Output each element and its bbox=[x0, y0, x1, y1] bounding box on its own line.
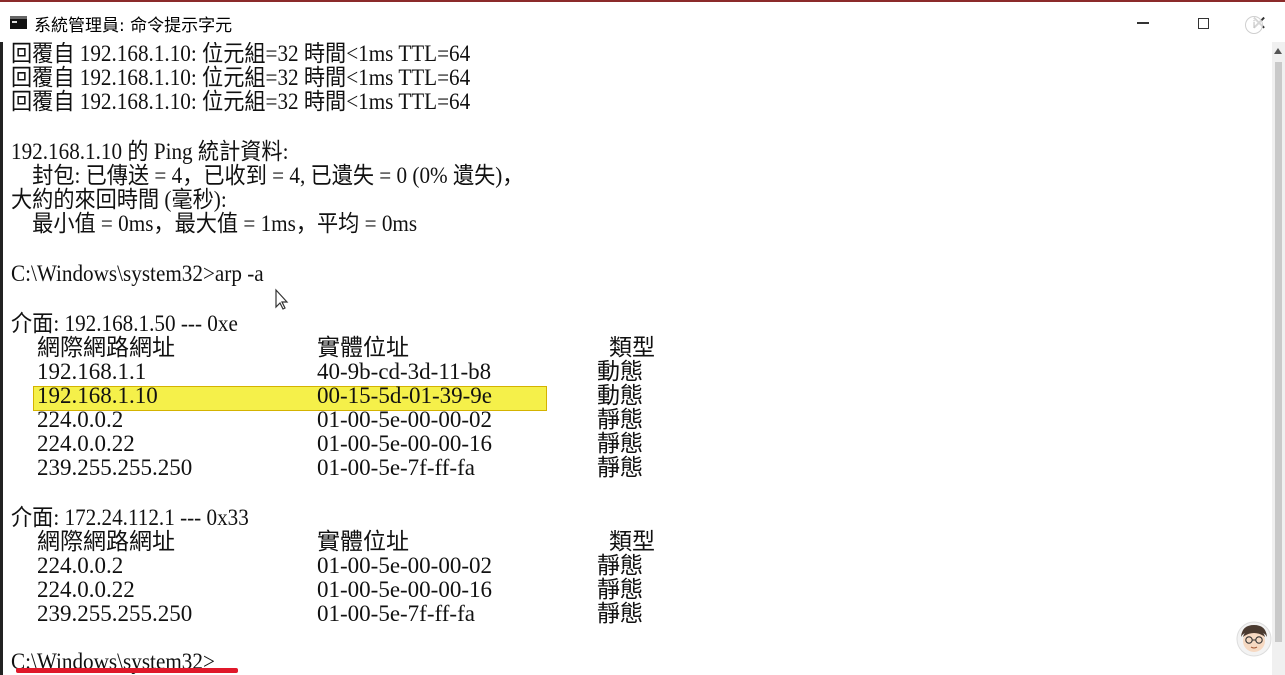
red-underline-annotation bbox=[16, 668, 238, 673]
window-title: 系統管理員: 命令提示字元 bbox=[34, 16, 233, 36]
console-line: 192.168.1.10 的 Ping 統計資料: bbox=[11, 139, 289, 164]
arp-type: 靜態 bbox=[597, 431, 643, 456]
arp-address: 192.168.1.1 bbox=[37, 359, 147, 384]
arp-physical: 01-00-5e-00-00-16 bbox=[317, 431, 493, 456]
scroll-up-arrow-icon[interactable] bbox=[1274, 48, 1282, 54]
arp-address: 224.0.0.22 bbox=[37, 431, 135, 456]
arp-type: 靜態 bbox=[597, 407, 643, 432]
arp-type: 動態 bbox=[597, 383, 643, 408]
console-output[interactable]: 回覆自 192.168.1.10: 位元組=32 時間<1ms TTL=64 回… bbox=[0, 42, 1272, 675]
interface-header: 介面: 172.24.112.1 --- 0x33 bbox=[11, 505, 249, 530]
maximize-icon bbox=[1197, 17, 1209, 29]
arp-address: 224.0.0.22 bbox=[37, 577, 135, 602]
arp-physical: 01-00-5e-00-00-16 bbox=[317, 577, 493, 602]
terminal-icon bbox=[10, 16, 27, 29]
column-header-physical: 實體位址 bbox=[317, 529, 409, 554]
arp-type: 靜態 bbox=[597, 455, 643, 480]
minimize-button[interactable] bbox=[1120, 6, 1166, 40]
presenter-avatar-icon bbox=[1236, 621, 1272, 657]
arp-type: 靜態 bbox=[597, 577, 643, 602]
arp-address: 224.0.0.2 bbox=[37, 407, 124, 432]
column-header-address: 網際網路網址 bbox=[37, 335, 175, 360]
column-header-address: 網際網路網址 bbox=[37, 529, 175, 554]
vertical-scrollbar[interactable] bbox=[1272, 42, 1285, 675]
arp-address: 192.168.1.10 bbox=[37, 383, 158, 408]
arp-physical: 40-9b-cd-3d-11-b8 bbox=[317, 359, 492, 384]
arp-physical: 01-00-5e-00-00-02 bbox=[317, 407, 493, 432]
console-line: 大約的來回時間 (毫秒): bbox=[11, 187, 227, 212]
arp-physical: 01-00-5e-00-00-02 bbox=[317, 553, 493, 578]
title-bar[interactable]: 系統管理員: 命令提示字元 ✕ i bbox=[0, 2, 1285, 42]
column-header-type: 類型 bbox=[609, 335, 655, 360]
minimize-icon bbox=[1137, 22, 1149, 24]
column-header-type: 類型 bbox=[609, 529, 655, 554]
console-line: 回覆自 192.168.1.10: 位元組=32 時間<1ms TTL=64 bbox=[11, 65, 471, 90]
console-line: 最小值 = 0ms，最大值 = 1ms，平均 = 0ms bbox=[11, 211, 418, 236]
arp-address: 239.255.255.250 bbox=[37, 455, 193, 480]
info-badge[interactable]: i bbox=[1245, 16, 1263, 34]
arp-address: 239.255.255.250 bbox=[37, 601, 193, 626]
interface-header: 介面: 192.168.1.50 --- 0xe bbox=[11, 311, 238, 336]
arp-command-line: C:\Windows\system32>arp -a bbox=[11, 261, 264, 286]
command-prompt-window: 系統管理員: 命令提示字元 ✕ i 回覆自 192.168.1.10: 位元組=… bbox=[0, 0, 1285, 675]
arp-physical: 00-15-5d-01-39-9e bbox=[317, 383, 493, 408]
mouse-pointer-icon bbox=[275, 288, 289, 310]
arp-type: 動態 bbox=[597, 359, 643, 384]
scrollbar-thumb[interactable] bbox=[1275, 62, 1282, 642]
maximize-button[interactable] bbox=[1180, 6, 1226, 40]
arp-physical: 01-00-5e-7f-ff-fa bbox=[317, 455, 475, 480]
console-line: 回覆自 192.168.1.10: 位元組=32 時間<1ms TTL=64 bbox=[11, 42, 471, 66]
column-header-physical: 實體位址 bbox=[317, 335, 409, 360]
arp-type: 靜態 bbox=[597, 553, 643, 578]
console-line: 封包: 已傳送 = 4，已收到 = 4, 已遺失 = 0 (0% 遺失)， bbox=[11, 163, 524, 188]
arp-type: 靜態 bbox=[597, 601, 643, 626]
arp-physical: 01-00-5e-7f-ff-fa bbox=[317, 601, 475, 626]
arp-address: 224.0.0.2 bbox=[37, 553, 124, 578]
console-line: 回覆自 192.168.1.10: 位元組=32 時間<1ms TTL=64 bbox=[11, 89, 471, 114]
